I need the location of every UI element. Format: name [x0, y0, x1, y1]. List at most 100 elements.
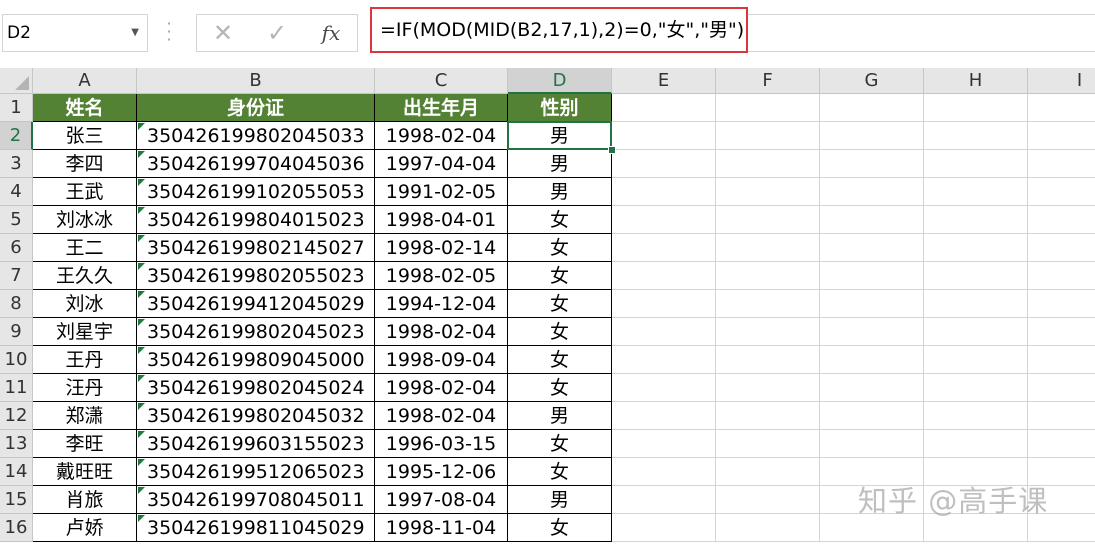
gender-cell[interactable]: 女: [508, 318, 612, 346]
gender-cell[interactable]: 女: [508, 374, 612, 402]
gender-cell[interactable]: 女: [508, 430, 612, 458]
gender-cell[interactable]: 男: [508, 178, 612, 206]
empty-cell[interactable]: [716, 374, 820, 402]
empty-cell[interactable]: [924, 374, 1028, 402]
birth-date-cell[interactable]: 1994-12-04: [375, 290, 508, 318]
birth-date-cell[interactable]: 1998-02-04: [375, 374, 508, 402]
empty-cell[interactable]: [1028, 206, 1095, 234]
row-header[interactable]: 16: [0, 514, 33, 542]
empty-cell[interactable]: [924, 178, 1028, 206]
empty-cell[interactable]: [820, 318, 924, 346]
table-header-cell[interactable]: 出生年月: [375, 94, 508, 122]
insert-function-icon[interactable]: fx: [311, 15, 351, 51]
empty-cell[interactable]: [716, 290, 820, 318]
column-header-c[interactable]: C: [375, 68, 508, 94]
empty-cell[interactable]: [716, 150, 820, 178]
empty-cell[interactable]: [716, 262, 820, 290]
empty-cell[interactable]: [820, 150, 924, 178]
formula-input-extension[interactable]: [748, 14, 1095, 52]
empty-cell[interactable]: [612, 94, 716, 122]
row-header[interactable]: 5: [0, 206, 33, 234]
id-number-cell[interactable]: 350426199603155023: [137, 430, 375, 458]
gender-cell[interactable]: 男: [508, 402, 612, 430]
empty-cell[interactable]: [924, 402, 1028, 430]
empty-cell[interactable]: [820, 122, 924, 150]
row-header[interactable]: 12: [0, 402, 33, 430]
empty-cell[interactable]: [716, 430, 820, 458]
empty-cell[interactable]: [1028, 178, 1095, 206]
empty-cell[interactable]: [1028, 346, 1095, 374]
empty-cell[interactable]: [820, 290, 924, 318]
empty-cell[interactable]: [924, 94, 1028, 122]
gender-cell[interactable]: 女: [508, 262, 612, 290]
birth-date-cell[interactable]: 1998-11-04: [375, 514, 508, 542]
birth-date-cell[interactable]: 1998-02-04: [375, 122, 508, 150]
id-number-cell[interactable]: 350426199811045029: [137, 514, 375, 542]
name-cell[interactable]: 李四: [33, 150, 137, 178]
birth-date-cell[interactable]: 1998-09-04: [375, 346, 508, 374]
empty-cell[interactable]: [924, 150, 1028, 178]
row-header[interactable]: 9: [0, 318, 33, 346]
empty-cell[interactable]: [924, 262, 1028, 290]
id-number-cell[interactable]: 350426199802045033: [137, 122, 375, 150]
enter-icon[interactable]: ✓: [257, 15, 297, 51]
birth-date-cell[interactable]: 1997-08-04: [375, 486, 508, 514]
row-header[interactable]: 10: [0, 346, 33, 374]
row-header[interactable]: 1: [0, 94, 33, 122]
empty-cell[interactable]: [820, 234, 924, 262]
formula-input[interactable]: =IF(MOD(MID(B2,17,1),2)=0,"女","男"): [370, 7, 748, 53]
name-cell[interactable]: 郑潇: [33, 402, 137, 430]
empty-cell[interactable]: [612, 290, 716, 318]
empty-cell[interactable]: [716, 514, 820, 542]
birth-date-cell[interactable]: 1991-02-05: [375, 178, 508, 206]
empty-cell[interactable]: [716, 206, 820, 234]
name-cell[interactable]: 汪丹: [33, 374, 137, 402]
name-cell[interactable]: 王武: [33, 178, 137, 206]
empty-cell[interactable]: [612, 318, 716, 346]
empty-cell[interactable]: [612, 234, 716, 262]
column-header-d[interactable]: D: [508, 68, 612, 94]
empty-cell[interactable]: [820, 346, 924, 374]
empty-cell[interactable]: [716, 402, 820, 430]
name-cell[interactable]: 王二: [33, 234, 137, 262]
id-number-cell[interactable]: 350426199804015023: [137, 206, 375, 234]
id-number-cell[interactable]: 350426199802045032: [137, 402, 375, 430]
gender-cell[interactable]: 女: [508, 234, 612, 262]
gender-cell[interactable]: 女: [508, 346, 612, 374]
empty-cell[interactable]: [612, 402, 716, 430]
empty-cell[interactable]: [716, 486, 820, 514]
name-cell[interactable]: 王丹: [33, 346, 137, 374]
empty-cell[interactable]: [924, 346, 1028, 374]
column-header-e[interactable]: E: [612, 68, 716, 94]
name-box[interactable]: D2 ▼: [2, 14, 148, 52]
id-number-cell[interactable]: 350426199512065023: [137, 458, 375, 486]
empty-cell[interactable]: [612, 206, 716, 234]
id-number-cell[interactable]: 350426199802145027: [137, 234, 375, 262]
empty-cell[interactable]: [612, 346, 716, 374]
empty-cell[interactable]: [820, 178, 924, 206]
empty-cell[interactable]: [716, 94, 820, 122]
birth-date-cell[interactable]: 1998-02-14: [375, 234, 508, 262]
birth-date-cell[interactable]: 1998-02-04: [375, 318, 508, 346]
more-options-icon[interactable]: · · ·: [166, 16, 172, 48]
table-header-cell[interactable]: 姓名: [33, 94, 137, 122]
gender-cell[interactable]: 女: [508, 206, 612, 234]
cancel-icon[interactable]: ✕: [203, 15, 243, 51]
birth-date-cell[interactable]: 1998-04-01: [375, 206, 508, 234]
empty-cell[interactable]: [612, 514, 716, 542]
gender-cell[interactable]: 女: [508, 290, 612, 318]
id-number-cell[interactable]: 350426199102055053: [137, 178, 375, 206]
gender-cell[interactable]: 女: [508, 514, 612, 542]
row-header[interactable]: 15: [0, 486, 33, 514]
empty-cell[interactable]: [716, 178, 820, 206]
row-header[interactable]: 7: [0, 262, 33, 290]
birth-date-cell[interactable]: 1998-02-04: [375, 402, 508, 430]
empty-cell[interactable]: [1028, 374, 1095, 402]
name-cell[interactable]: 刘冰冰: [33, 206, 137, 234]
empty-cell[interactable]: [820, 430, 924, 458]
column-header-g[interactable]: G: [820, 68, 924, 94]
row-header[interactable]: 4: [0, 178, 33, 206]
empty-cell[interactable]: [612, 262, 716, 290]
name-cell[interactable]: 刘冰: [33, 290, 137, 318]
empty-cell[interactable]: [1028, 234, 1095, 262]
